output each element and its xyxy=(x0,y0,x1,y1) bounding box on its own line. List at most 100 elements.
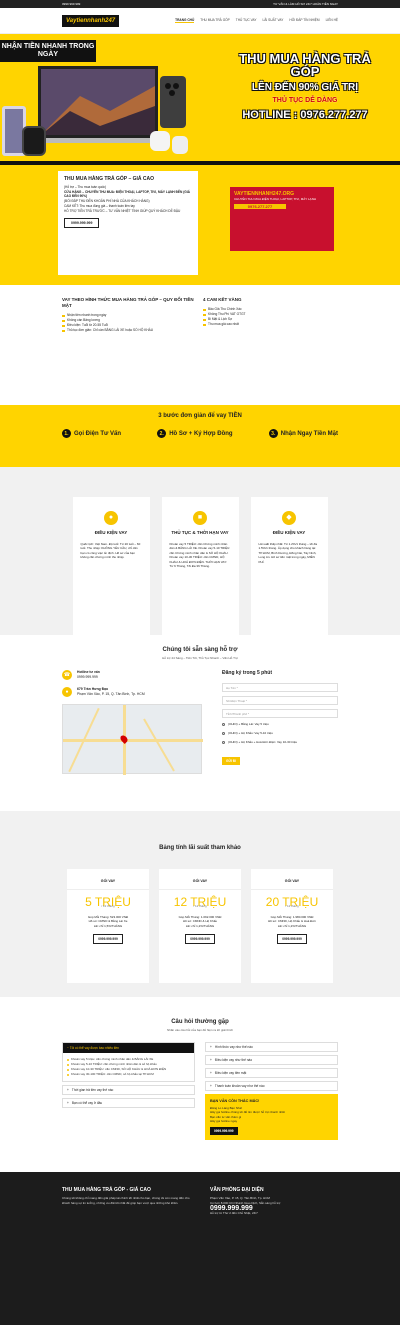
pricing-button[interactable]: 0999.999.999 xyxy=(185,934,215,944)
piggy-bank-icon: ◆ xyxy=(282,511,296,525)
faq-item[interactable]: + Điều kiện vay tiền mặt xyxy=(205,1068,338,1078)
list-item: Thủ tục đơn giản: Chỉ cần BẰNG LÁI XE ho… xyxy=(62,328,197,333)
address-label: 679 Trần Hưng Đạo xyxy=(77,687,109,691)
site-logo[interactable]: Vaytiennhanh247 xyxy=(62,14,120,27)
pricing-term: / 12 tháng xyxy=(101,904,115,908)
pricing-header: GÓI VAY xyxy=(159,879,241,890)
hero-title: THU MUA HÀNG TRẢ GÓP xyxy=(239,51,371,79)
top-phone[interactable]: 0999 999 999 xyxy=(62,2,80,6)
footer-text: Chúng tôi không chỉ mang đến giải pháp t… xyxy=(62,1196,190,1205)
promo-title: THU MUA HÀNG TRẢ GÓP – GIÁ CAO xyxy=(64,176,155,182)
step-2: 2. Hồ Sơ + Ký Hợp Đồng xyxy=(157,429,233,438)
faq-question-text: Điều kiện vay tiền mặt xyxy=(214,1071,247,1075)
city-field[interactable]: Tỉnh/Thành phố * xyxy=(222,709,338,718)
promo-card: THU MUA HÀNG TRẢ GÓP – GIÁ CAO (Hỗ trợ –… xyxy=(58,171,198,275)
benefits-section: VAY THEO HÌNH THỨC MUA HÀNG TRẢ GÓP – QU… xyxy=(0,285,400,405)
address-text: Phạm Văn Xảo, P. 15, Q. Tân Bình, Tp. HC… xyxy=(77,692,145,696)
faq-question-text: Điều kiện vay như thế nào xyxy=(214,1058,253,1062)
hero-tagline: THỦ TỤC DỄ DÀNG xyxy=(272,97,338,104)
radio-option[interactable]: (OHIO) + Hộ Khẩu: Vay 5-10 triệu xyxy=(222,731,338,735)
pricing-button[interactable]: 0999.999.999 xyxy=(277,934,307,944)
menu-interest[interactable]: LÃI SUẤT VAY xyxy=(263,18,284,23)
faq-item[interactable]: + Hình thức vay như thế nào xyxy=(205,1042,338,1052)
help-box-title: BẠN VẪN CÒN THẮC MẮC! xyxy=(210,1099,260,1103)
faq-item[interactable]: + Thời gian trả tiền vay thế nào xyxy=(62,1085,195,1095)
contact-grid: ☎ Hotline tư vấn 0999.999.999 ● 679 Trần … xyxy=(62,670,338,775)
hero-hotline[interactable]: HOTLINE : 0976.277.277 xyxy=(230,109,380,121)
radio-icon xyxy=(222,722,225,726)
radio-option[interactable]: (OHIO) + Bằng Lái: Vay 5 triệu xyxy=(222,722,338,726)
promo-image: VAYTIENNHANH247.ORG CHUYÊN THU MUA ĐIỆN … xyxy=(230,187,334,251)
help-phone-button[interactable]: 0999.999.999 xyxy=(210,1126,238,1135)
pricing-button[interactable]: 0999.999.999 xyxy=(93,934,123,944)
top-hours: TƯ VẤN & LÀM HỒ SƠ 24/7 HOÀN TIỀN NGAY xyxy=(273,2,338,6)
radio-label: (OHIO) + Hộ Khẩu: Vay 5-10 triệu xyxy=(228,731,273,735)
promo-image-phone: 0976.277.277 xyxy=(234,204,286,209)
promo-phone-button[interactable]: 0999.999.999 xyxy=(64,217,100,229)
menu-faq[interactable]: HỎI ĐÁP TÍN NHIỆM xyxy=(289,18,319,23)
radio-option[interactable]: (OHIO) + Hộ Khẩu + Hoá Đơn Điện: Vay 10-… xyxy=(222,740,338,744)
promo-line: CỬA HÀNG – CHUYÊN THU MUA: ĐIỆN THOẠI, L… xyxy=(64,189,190,199)
condition-card: ● ĐIỀU KIỆN VAY Quốc tịch: Việt Nam. Độ … xyxy=(72,497,150,635)
step-label: Gọi Điện Tư Vấn xyxy=(74,430,122,437)
faq-question-text: Hình thức vay như thế nào xyxy=(214,1045,253,1049)
location-icon: ● xyxy=(62,687,72,697)
step-number: 1. xyxy=(62,429,71,438)
faq-question-text: Thời gian trả tiền vay thế nào xyxy=(71,1088,114,1092)
faq-question: − Tôi có thể vay được bao nhiêu tiền xyxy=(63,1043,194,1053)
plus-icon: + xyxy=(210,1045,212,1049)
document-icon: ■ xyxy=(193,511,207,525)
faq-item-open[interactable]: − Tôi có thể vay được bao nhiêu tiền Kho… xyxy=(62,1042,195,1082)
promo-section: THU MUA HÀNG TRẢ GÓP – GIÁ CAO (Hỗ trợ –… xyxy=(0,165,400,285)
faq-item[interactable]: + Thanh toán khoản vay như thế nào xyxy=(205,1081,338,1091)
plus-icon: + xyxy=(210,1058,212,1062)
menu-contact[interactable]: LIÊN HỆ xyxy=(326,18,338,23)
faq-answer-line: Khoản vay 30-100 TRIỆU: cần CMND, sổ hộ … xyxy=(67,1072,190,1077)
pricing-card: GÓI VAY 12 TRIỆU / 12 tháng Góp Mỗi Thán… xyxy=(159,869,241,983)
hotline-label: Hotline tư vấn xyxy=(77,670,100,674)
promo-line: HỖ TRỢ TIỀN TRẢ TRƯỚC – TƯ VẤN NHIỆT TÌN… xyxy=(64,208,181,213)
faq-question-text: Bạn có thể vay ở đâu xyxy=(71,1101,103,1105)
phone-field[interactable]: Số Điện Thoại * xyxy=(222,696,338,705)
condition-card: ■ THỦ TỤC & THỜI HẠN VAY Khoản vay 5 TRI… xyxy=(161,497,239,635)
name-field[interactable]: Họ Tên * xyxy=(222,683,338,692)
menu-installment[interactable]: THU MUA TRẢ GÓP xyxy=(200,18,230,23)
hero-banner: NHẬN TIỀN NHANH TRONG NGÀY THU MUA HÀNG … xyxy=(0,34,400,161)
hotline-number[interactable]: 0999.999.999 xyxy=(77,675,98,679)
faq-title: Câu hỏi thường gặp xyxy=(171,1019,229,1025)
faq-item[interactable]: + Bạn có thể vay ở đâu xyxy=(62,1098,195,1108)
card-text: Khoản vay 5 TRIỆU: cần Chứng minh nhân d… xyxy=(169,541,231,569)
conditions-cards: ● ĐIỀU KIỆN VAY Quốc tịch: Việt Nam. Độ … xyxy=(62,497,338,635)
menu-home[interactable]: TRANG CHỦ xyxy=(175,18,195,23)
menu-procedure[interactable]: THỦ TỤC VAY xyxy=(236,18,257,23)
footer: THU MUA HÀNG TRẢ GÓP - GIÁ CAO Chúng tôi… xyxy=(0,1172,400,1325)
faq-question-text: Thanh toán khoản vay như thế nào xyxy=(214,1084,265,1088)
map-embed[interactable] xyxy=(62,704,203,775)
card-text: Lãi suất thấp nhất: Từ 1.2%/1 tháng – tố… xyxy=(258,541,318,564)
submit-button[interactable]: GỬI ĐI xyxy=(222,757,241,765)
register-form: Đăng ký trong 5 phút Họ Tên * Số Điện Th… xyxy=(222,670,338,774)
pricing-card: GÓI VAY 5 TRIỆU / 12 tháng Góp Mỗi Tháng… xyxy=(67,869,149,983)
help-line: Hãy gọi hotline ngay xyxy=(210,1119,238,1123)
devices-image xyxy=(2,66,188,156)
promo-image-sub: CHUYÊN THU MUA ĐIỆN THOẠI, LAPTOP, TIVI,… xyxy=(234,197,317,201)
benefits-right-title: 4 CAM KẾT VÀNG xyxy=(203,297,242,302)
map-pin-icon xyxy=(119,734,129,744)
contact-section: Chúng tôi sẵn sàng hỗ trợ Hỗ trợ 24 Sáng… xyxy=(0,635,400,811)
steps-title: 3 bước đơn giản để vay TIỀN xyxy=(158,413,242,419)
pricing-term: / 12 tháng xyxy=(285,904,299,908)
hero-badge: NHẬN TIỀN NHANH TRONG NGÀY xyxy=(0,40,96,62)
hero-text: THU MUA HÀNG TRẢ GÓP LÊN ĐẾN 90% GIÁ TRỊ… xyxy=(230,52,380,121)
step-number: 3. xyxy=(268,429,278,438)
card-title: ĐIỀU KIỆN VAY xyxy=(272,530,306,535)
contact-subtitle: Hỗ trợ 24 Sáng – Tiền Tốt, Thủ Tục Nhanh… xyxy=(162,656,238,660)
card-text: Quốc tịch: Việt Nam. Độ tuổi: Từ 20 tuổi… xyxy=(80,541,141,560)
step-1: 1. Gọi Điện Tư Vấn xyxy=(62,429,121,438)
faq-answer: Khoản vay 5 triệu: cần chứng minh nhân d… xyxy=(63,1053,194,1081)
faq-item[interactable]: + Điều kiện vay như thế nào xyxy=(205,1055,338,1065)
footer-about: THU MUA HÀNG TRẢ GÓP - GIÁ CAO Chúng tôi… xyxy=(62,1188,190,1316)
footer-title: THU MUA HÀNG TRẢ GÓP - GIÁ CAO xyxy=(62,1187,151,1193)
card-title: THỦ TỤC & THỜI HẠN VAY xyxy=(171,530,229,535)
radio-label: (OHIO) + Bằng Lái: Vay 5 triệu xyxy=(228,722,269,726)
pricing-term: / 12 tháng xyxy=(193,904,207,908)
